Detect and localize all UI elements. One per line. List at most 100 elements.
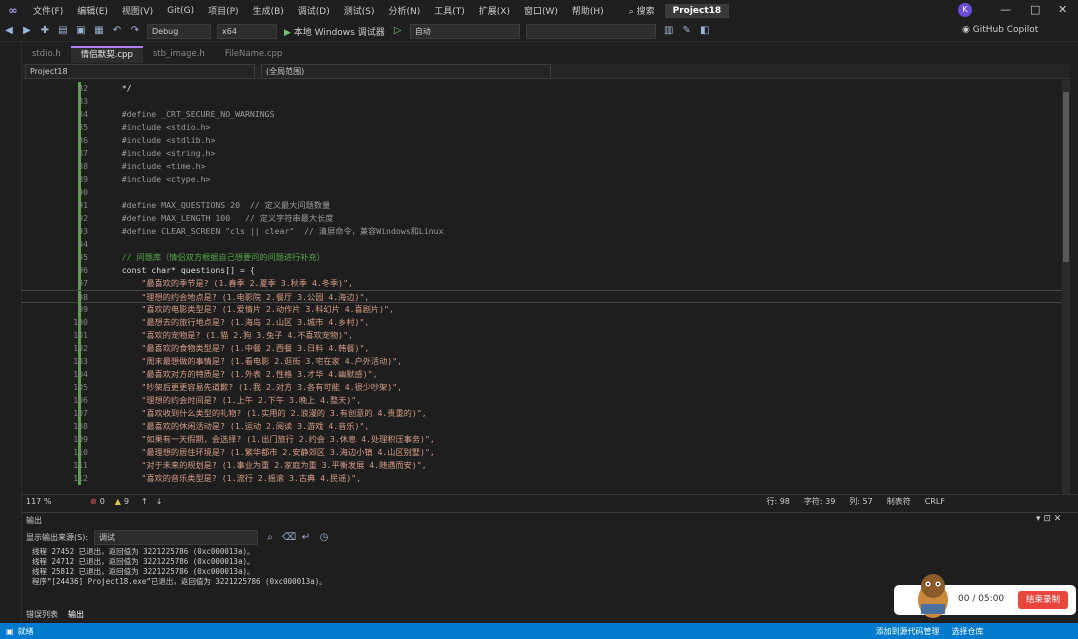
code-line[interactable]: 88 #include <time.h> xyxy=(22,160,1062,173)
menu-item[interactable]: 测试(S) xyxy=(337,4,382,17)
code-line[interactable]: 92 #define MAX_LENGTH 100 // 定义字符串最大长度 xyxy=(22,212,1062,225)
zoom-level[interactable]: 117 % xyxy=(26,497,76,506)
panel-options-icon[interactable]: ▾ ⊡ ✕ xyxy=(1036,514,1061,524)
menu-item[interactable]: 帮助(H) xyxy=(565,4,611,17)
up-arrow-icon[interactable]: ↑ xyxy=(141,497,148,506)
find-icon[interactable]: ⌕ xyxy=(264,532,276,544)
user-avatar[interactable]: K xyxy=(958,3,972,17)
open-icon[interactable]: ▤ xyxy=(57,25,69,37)
menu-items: 文件(F) 编辑(E) 视图(V) Git(G) 项目(P) 生成(B) 调试(D) 测试(S… xyxy=(26,4,611,18)
tab-stdio-h[interactable]: stdio.h xyxy=(22,46,71,63)
tab-filename-cpp[interactable]: FileName.cpp xyxy=(215,46,292,63)
close-icon[interactable]: ✕ xyxy=(1058,3,1067,16)
add-to-source-control[interactable]: 添加到源代码管理 xyxy=(876,626,940,637)
scope-nav-select[interactable]: (全局范围) xyxy=(261,63,551,79)
code-line[interactable]: 109 "如果有一天假期，会选择? (1.出门旅行 2.约会 3.休息 4.处理… xyxy=(22,433,1062,446)
tab-output[interactable]: 输出 xyxy=(68,609,84,620)
code-line[interactable]: 111 "对于未来的规划是? (1.事业为重 2.家庭为重 3.平衡发展 4.随… xyxy=(22,459,1062,472)
undo-icon[interactable]: ↶ xyxy=(111,25,123,37)
code-line[interactable]: 103 "周末最想做的事情是? (1.看电影 2.逛街 3.宅在家 4.户外活动… xyxy=(22,355,1062,368)
menu-item[interactable]: Git(G) xyxy=(160,6,201,16)
code-line[interactable]: 85 #include <stdio.h> xyxy=(22,121,1062,134)
code-line[interactable]: 98 "理想的约会地点是? (1.电影院 2.餐厅 3.公园 4.海边)", xyxy=(22,290,1062,304)
github-copilot-button[interactable]: ◉ GitHub Copilot xyxy=(962,25,1038,35)
code-line[interactable]: 90 xyxy=(22,186,1062,199)
back-icon[interactable]: ◀ xyxy=(3,25,15,37)
tab--cpp[interactable]: 情侣默契.cpp xyxy=(70,46,143,63)
code-line[interactable]: 100 "最想去的旅行地点是? (1.海岛 2.山区 3.城市 4.乡村)", xyxy=(22,316,1062,329)
line-number: 93 xyxy=(78,226,88,236)
scrollbar-thumb[interactable] xyxy=(1063,92,1069,262)
tab-stb-image-h[interactable]: stb_image.h xyxy=(143,46,215,63)
line-number: 100 xyxy=(73,317,88,327)
code-line[interactable]: 108 "最喜欢的休闲活动是? (1.运动 2.阅读 3.游戏 4.音乐)", xyxy=(22,420,1062,433)
code-line[interactable]: 107 "喜欢收到什么类型的礼物? (1.实用的 2.浪漫的 3.有创意的 4.… xyxy=(22,407,1062,420)
code-line[interactable]: 89 #include <ctype.h> xyxy=(22,173,1062,186)
debug-target-select[interactable]: 自动 xyxy=(409,23,520,39)
code-line[interactable]: 82 */ xyxy=(22,82,1062,95)
menu-item[interactable]: 窗口(W) xyxy=(517,4,565,17)
code-line[interactable]: 106 "理想的约会时间是? (1.上午 2.下午 3.晚上 4.整天)", xyxy=(22,394,1062,407)
code-line[interactable]: 99 "喜欢的电影类型是? (1.爱情片 2.动作片 3.科幻片 4.喜剧片)"… xyxy=(22,303,1062,316)
word-wrap-icon[interactable]: ↵ xyxy=(300,532,312,544)
start-without-debugging-icon[interactable]: ▷ xyxy=(392,25,404,37)
tool-icon-a[interactable]: ▥ xyxy=(663,25,675,37)
output-source-select[interactable]: 调试 xyxy=(94,530,259,545)
tool-icon-b[interactable]: ◧ xyxy=(699,25,711,37)
code-line[interactable]: 102 "最喜欢的食物类型是? (1.中餐 2.西餐 3.日料 4.韩餐)", xyxy=(22,342,1062,355)
error-count[interactable]: 0 xyxy=(100,497,105,506)
code-line[interactable]: 86 #include <stdlib.h> xyxy=(22,134,1062,147)
code-line[interactable]: 105 "吵架后更更容易先道歉? (1.我 2.对方 3.各有可能 4.很少吵架… xyxy=(22,381,1062,394)
timestamp-icon[interactable]: ◷ xyxy=(318,532,330,544)
eol-indicator[interactable]: CRLF xyxy=(925,497,945,506)
select-repository[interactable]: 选择仓库 xyxy=(952,626,984,637)
menu-item[interactable]: 工具(T) xyxy=(427,4,472,17)
menu-item[interactable]: 文件(F) xyxy=(26,4,70,17)
code-line[interactable]: 110 "最理想的居住环境是? (1.繁华都市 2.安静郊区 3.海边小镇 4.… xyxy=(22,446,1062,459)
wrench-icon[interactable]: ✎ xyxy=(681,25,693,37)
code-line[interactable]: 96 const char* questions[] = { xyxy=(22,264,1062,277)
start-debugging-button[interactable]: ▶ 本地 Windows 调试器 xyxy=(284,25,385,38)
warning-count[interactable]: 9 xyxy=(124,497,129,506)
code-line[interactable]: 101 "喜欢的宠物是? (1.猫 2.狗 3.兔子 4.不喜欢宠物)", xyxy=(22,329,1062,342)
project-nav-select[interactable]: Project18 xyxy=(25,63,255,79)
empty-select[interactable] xyxy=(525,23,656,39)
code-line[interactable]: 97 "最喜欢的季节是? (1.春季 2.夏季 3.秋季 4.冬季)", xyxy=(22,277,1062,290)
configuration-select[interactable]: Debug xyxy=(147,23,211,39)
menu-item[interactable]: 调试(D) xyxy=(291,4,337,17)
menu-item[interactable]: 视图(V) xyxy=(115,4,160,17)
search-box[interactable]: ⌕ 搜索 xyxy=(629,4,655,17)
down-arrow-icon[interactable]: ↓ xyxy=(156,497,163,506)
save-icon[interactable]: ▣ xyxy=(75,25,87,37)
code-text: #define MAX_LENGTH 100 // 定义字符串最大长度 xyxy=(102,213,334,223)
forward-icon[interactable]: ▶ xyxy=(21,25,33,37)
tabs-indicator[interactable]: 制表符 xyxy=(887,496,911,507)
line-number: 91 xyxy=(78,200,88,210)
code-line[interactable]: 84 #define _CRT_SECURE_NO_WARNINGS xyxy=(22,108,1062,121)
code-editor[interactable]: 82 */83 84 #define _CRT_SECURE_NO_WARNING… xyxy=(22,80,1070,494)
maximize-icon[interactable]: □ xyxy=(1030,3,1040,16)
code-line[interactable]: 91 #define MAX_QUESTIONS 20 // 定义最大问题数量 xyxy=(22,199,1062,212)
code-line[interactable]: 112 "喜欢的音乐类型是? (1.流行 2.摇滚 3.古典 4.民谣)", xyxy=(22,472,1062,485)
platform-select[interactable]: x64 xyxy=(217,23,277,39)
menu-item[interactable]: 编辑(E) xyxy=(70,4,115,17)
minimize-icon[interactable]: — xyxy=(1000,3,1011,16)
menu-item[interactable]: 项目(P) xyxy=(201,4,245,17)
menu-item[interactable]: 扩展(X) xyxy=(472,4,517,17)
clear-all-icon[interactable]: ⌫ xyxy=(282,532,296,544)
redo-icon[interactable]: ↷ xyxy=(129,25,141,37)
tab-error-list[interactable]: 错误列表 xyxy=(26,609,58,620)
code-line[interactable]: 95 // 问题库（情侣双方根据自己想要问的问题进行补充） xyxy=(22,251,1062,264)
stop-recording-button[interactable]: 结束录制 xyxy=(1018,591,1068,609)
code-line[interactable]: 94 xyxy=(22,238,1062,251)
code-line[interactable]: 104 "最喜欢对方的特质是? (1.外表 2.性格 3.才华 4.幽默感)", xyxy=(22,368,1062,381)
code-line[interactable]: 93 #define CLEAR_SCREEN "cls || clear" /… xyxy=(22,225,1062,238)
new-item-icon[interactable]: ✚ xyxy=(39,25,51,37)
menu-item[interactable]: 分析(N) xyxy=(381,4,427,17)
code-text: #define _CRT_SECURE_NO_WARNINGS xyxy=(102,109,275,119)
menu-item[interactable]: 生成(B) xyxy=(246,4,291,17)
save-all-icon[interactable]: ▦ xyxy=(93,25,105,37)
copilot-label: GitHub Copilot xyxy=(972,25,1039,35)
code-line[interactable]: 83 xyxy=(22,95,1062,108)
code-line[interactable]: 87 #include <string.h> xyxy=(22,147,1062,160)
